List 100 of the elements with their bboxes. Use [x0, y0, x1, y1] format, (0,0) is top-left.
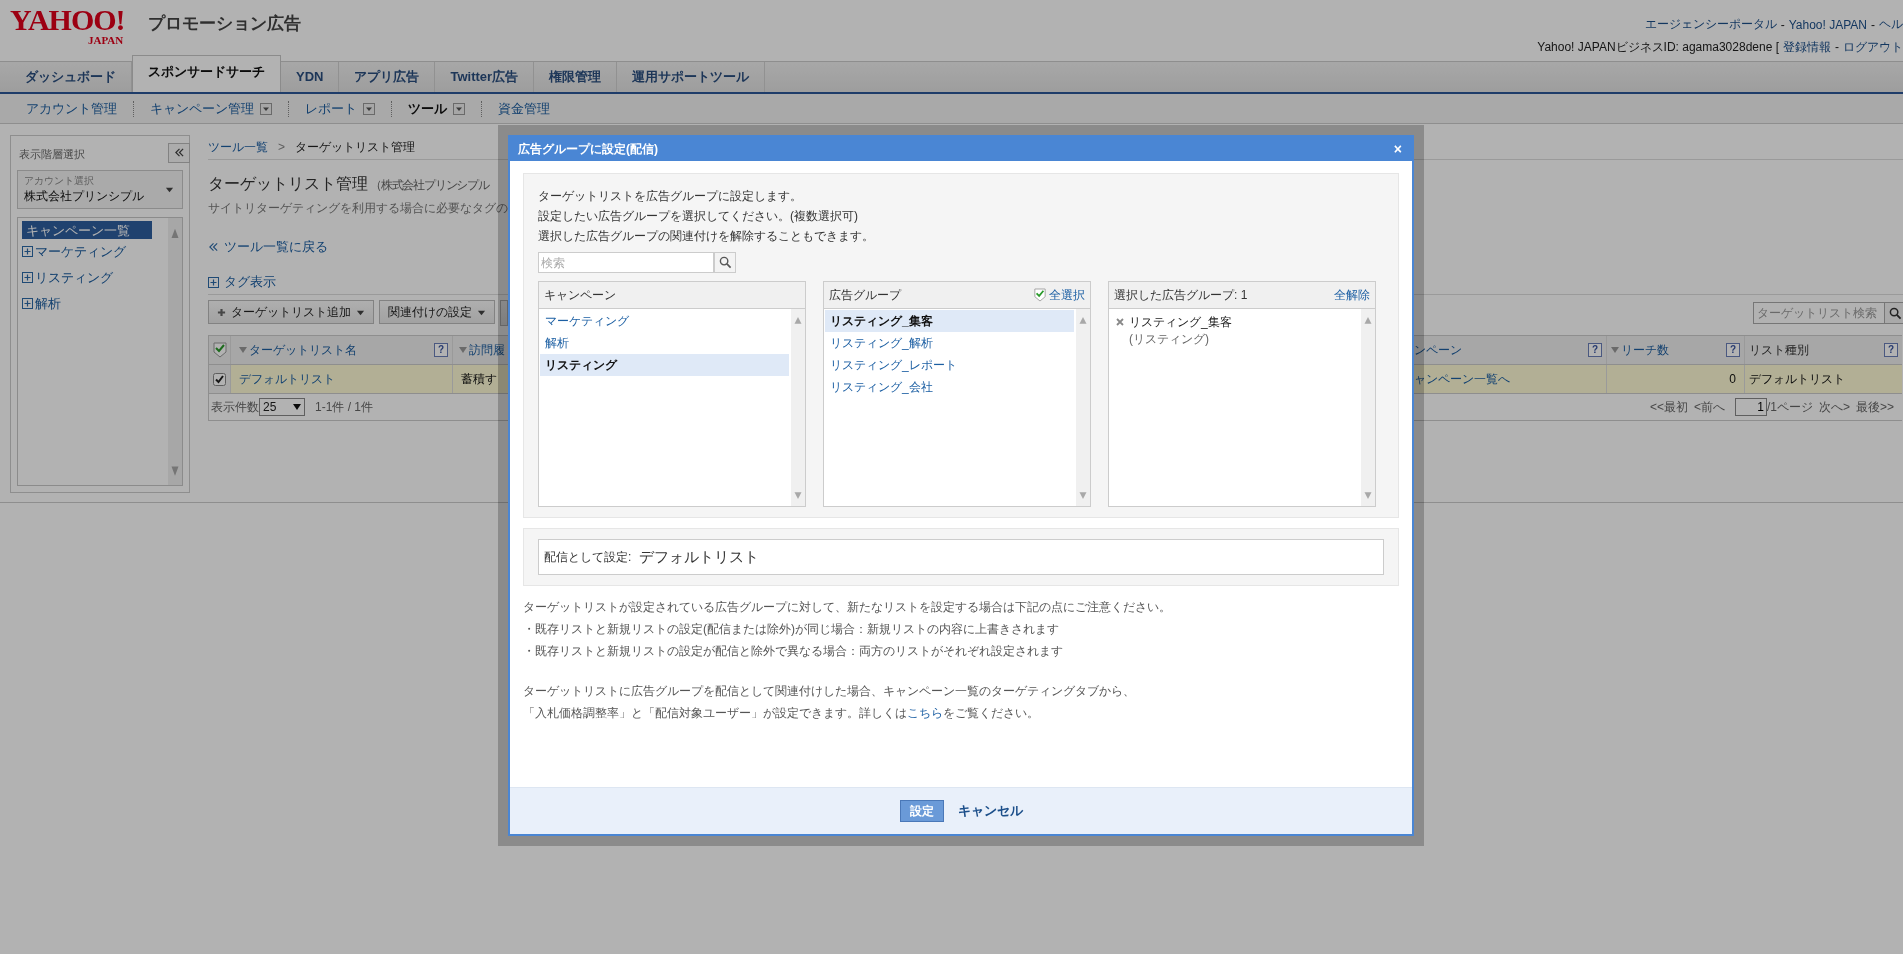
double-chevron-icon	[173, 148, 185, 158]
assignment-label: 配信として設定:	[544, 548, 632, 566]
column-header[interactable]: ターゲットリスト名	[239, 341, 357, 359]
last-page-link[interactable]: 最後>>	[1856, 398, 1894, 416]
search-field[interactable]: ターゲットリスト検索	[1753, 302, 1885, 324]
clear-all-link[interactable]: 全解除	[1334, 286, 1370, 304]
column-header[interactable]: リスト種別	[1749, 341, 1809, 359]
campaign-item[interactable]: リスティング	[540, 354, 789, 376]
previous-page-link[interactable]: <前へ	[1693, 398, 1725, 416]
ad-group-item[interactable]: リスティング_会社	[825, 376, 1074, 398]
dropdown-icon[interactable]	[453, 102, 465, 115]
note-text: ターゲットリストに広告グループを配信として関連付けした場合、キャンペーン一覧のターゲティングタブから、	[523, 683, 1136, 700]
subnav-link[interactable]: 資金管理	[498, 99, 550, 118]
help-button[interactable]: ?	[1884, 343, 1898, 357]
ad-group-item[interactable]: リスティング_レポート	[825, 354, 1074, 376]
next-page-link[interactable]: 次へ>	[1818, 398, 1850, 416]
scrollbar[interactable]	[791, 309, 805, 506]
campaign-item[interactable]: 解析	[540, 332, 789, 354]
expand-icon[interactable]	[22, 298, 33, 310]
help-button[interactable]: ?	[434, 343, 448, 357]
header-link[interactable]: Yahoo! JAPAN	[1788, 17, 1867, 32]
first-page-link[interactable]: <<最初	[1649, 398, 1688, 416]
page-title: ターゲットリスト管理	[208, 174, 368, 194]
separator: -	[1835, 40, 1839, 55]
plus-icon	[217, 307, 226, 317]
page-size-label: 表示件数	[211, 398, 259, 416]
tree-item[interactable]: リスティング	[35, 268, 113, 287]
expand-icon[interactable]	[22, 246, 33, 258]
expand-icon[interactable]	[208, 276, 219, 288]
table-link[interactable]: ャンペーン一覧へ	[1414, 370, 1510, 388]
subnav-link[interactable]: ツール	[408, 99, 447, 118]
help-button[interactable]: ?	[1726, 343, 1740, 357]
table-link[interactable]: デフォルトリスト	[239, 370, 335, 388]
tree-item[interactable]: 解析	[35, 294, 61, 313]
collapse-button[interactable]	[168, 142, 190, 163]
remove-button[interactable]	[1116, 316, 1124, 328]
scrollbar[interactable]	[168, 217, 182, 485]
search-button[interactable]	[1885, 302, 1903, 324]
subnav-link[interactable]: レポート	[305, 99, 357, 118]
column-header[interactable]: 訪問履	[459, 341, 505, 359]
nav-tab[interactable]: アプリ広告	[339, 62, 436, 92]
scrollbar[interactable]	[1076, 309, 1090, 506]
nav-tab[interactable]: Twitter広告	[435, 62, 535, 92]
instruction-text: ターゲットリストを広告グループに設定します。	[538, 188, 803, 205]
campaign-name: (リスティング)	[1129, 331, 1210, 348]
subnav-link[interactable]: キャンペーン管理	[150, 99, 254, 118]
header-link[interactable]: エージェンシーポータル	[1644, 16, 1777, 34]
account-select[interactable]: アカウント選択 株式会社プリンシプル	[17, 169, 183, 209]
title-note: （株式会社プリンシプル	[370, 177, 489, 194]
result-range: 1-1件 / 1件	[315, 398, 374, 416]
checkbox[interactable]	[212, 342, 227, 358]
help-link[interactable]: こちら	[907, 706, 943, 720]
campaign-item[interactable]: マーケティング	[540, 310, 789, 332]
nav-tab[interactable]: 権限管理	[534, 62, 618, 92]
search-button[interactable]	[714, 252, 736, 273]
search-field[interactable]: 検索	[538, 252, 714, 273]
column-header[interactable]: ンペーン	[1414, 341, 1462, 359]
checkbox[interactable]	[213, 372, 226, 386]
nav-tab[interactable]: スポンサードサーチ	[132, 55, 281, 92]
logo[interactable]: YAHOO! JAPAN	[10, 6, 148, 42]
cancel-link[interactable]: キャンセル	[957, 802, 1023, 820]
list-title: キャンペーン	[544, 286, 616, 304]
column-header[interactable]: リーチ数	[1611, 341, 1669, 359]
tree-item[interactable]: キャンペーン一覧	[22, 220, 152, 239]
header-link[interactable]: ヘル	[1879, 16, 1903, 34]
dropdown-icon[interactable]	[260, 102, 272, 115]
nav-tab[interactable]: YDN	[281, 62, 340, 92]
list-title: 広告グループ	[829, 286, 901, 304]
ad-group-item[interactable]: リスティング_解析	[825, 332, 1074, 354]
search-icon	[1889, 306, 1902, 320]
header-link[interactable]: ログアウト	[1843, 38, 1903, 56]
scrollbar[interactable]	[1361, 309, 1375, 506]
tag-toggle-link[interactable]: タグ表示	[224, 273, 276, 291]
field-label: アカウント選択	[24, 173, 95, 188]
subnav-link[interactable]: アカウント管理	[26, 99, 117, 118]
note-text: ・既存リストと新規リストの設定(配信または除外)が同じ場合：新規リストの内容に上書きされます	[523, 621, 1060, 638]
selected-group-name: リスティング_集客	[1129, 314, 1232, 331]
breadcrumb-current: ターゲットリスト管理	[295, 138, 415, 156]
tree-item[interactable]: マーケティング	[35, 242, 126, 261]
product-name: プロモーション広告	[148, 13, 301, 35]
submit-button[interactable]: 設定	[899, 800, 944, 822]
select-all-link[interactable]: 全選択	[1034, 286, 1085, 304]
expand-icon[interactable]	[22, 272, 33, 284]
back-link[interactable]: ツール一覧に戻る	[208, 238, 328, 256]
table-cell: デフォルトリスト	[1749, 370, 1845, 388]
instruction-text: 選択した広告グループの関連付けを解除することもできます。	[538, 228, 875, 245]
breadcrumb-link[interactable]: ツール一覧	[208, 138, 268, 156]
dropdown-icon[interactable]	[363, 102, 375, 115]
separator: -	[1780, 17, 1785, 32]
header-link[interactable]: 登録情報	[1783, 38, 1831, 56]
close-button[interactable]: ×	[1391, 141, 1404, 157]
page-size-select[interactable]: 25	[259, 398, 305, 416]
ad-group-item[interactable]: リスティング_集客	[825, 310, 1074, 332]
checkbox[interactable]	[1034, 288, 1046, 302]
nav-tab[interactable]: 運用サポートツール	[617, 62, 766, 92]
note-text: ・既存リストと新規リストの設定が配信と除外で異なる場合：両方のリストがそれぞれ設定されます	[523, 643, 1064, 660]
toolbar-button[interactable]: ターゲットリスト追加	[208, 300, 374, 324]
page-field[interactable]: 1	[1734, 398, 1767, 416]
help-button[interactable]: ?	[1588, 343, 1602, 357]
toolbar-button[interactable]: 関連付けの設定	[379, 300, 495, 324]
